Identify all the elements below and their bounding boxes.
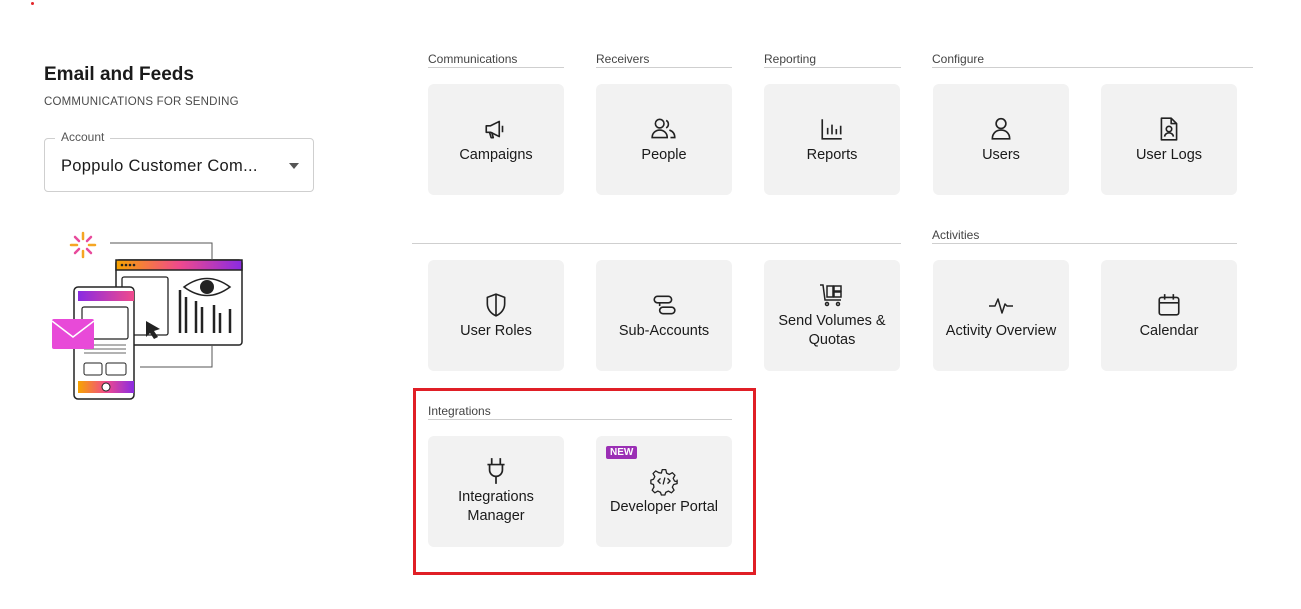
tile-label: Calendar xyxy=(1139,322,1199,339)
people-icon xyxy=(650,115,678,143)
user-log-file-icon xyxy=(1155,115,1183,143)
tile-label: People xyxy=(641,146,687,163)
account-label: Account xyxy=(55,130,111,144)
account-select[interactable]: Account Poppulo Customer Com... xyxy=(44,130,314,192)
email-feeds-illustration xyxy=(51,231,243,400)
user-icon xyxy=(987,115,1015,143)
chevron-down-icon[interactable] xyxy=(289,163,299,169)
page-title: Email and Feeds xyxy=(44,64,194,85)
integrations-highlight-box xyxy=(413,388,756,575)
tile-send-volumes[interactable]: Send Volumes & Quotas xyxy=(764,260,900,371)
red-dot-marker xyxy=(31,2,34,5)
tile-label-group: Send Volumes & Quotas xyxy=(772,312,891,350)
section-reporting: Reporting xyxy=(764,52,901,68)
shield-icon xyxy=(482,291,510,319)
tile-label: User Roles xyxy=(460,322,532,339)
tile-label: Sub-Accounts xyxy=(618,322,710,339)
tile-label: Users xyxy=(982,146,1020,163)
divider xyxy=(412,243,901,244)
tile-user-logs[interactable]: User Logs xyxy=(1101,84,1237,195)
section-receivers: Receivers xyxy=(596,52,732,68)
trolley-boxes-icon xyxy=(818,281,846,309)
tile-label: User Logs xyxy=(1135,146,1203,163)
tile-users[interactable]: Users xyxy=(933,84,1069,195)
tile-label: Activity Overview xyxy=(945,322,1057,339)
account-value: Poppulo Customer Com... xyxy=(61,157,258,175)
megaphone-icon xyxy=(482,115,510,143)
tile-activity-overview[interactable]: Activity Overview xyxy=(933,260,1069,371)
tile-label: Reports xyxy=(806,146,858,163)
tile-sub-accounts[interactable]: Sub-Accounts xyxy=(596,260,732,371)
pulse-icon xyxy=(987,291,1015,319)
tile-campaigns[interactable]: Campaigns xyxy=(428,84,564,195)
tile-label-line1: Send Volumes & xyxy=(778,313,886,329)
tile-people[interactable]: People xyxy=(596,84,732,195)
page-subtitle: COMMUNICATIONS FOR SENDING xyxy=(44,96,239,108)
tile-user-roles[interactable]: User Roles xyxy=(428,260,564,371)
section-configure: Configure xyxy=(932,52,1253,68)
tile-label-line2: Quotas xyxy=(808,332,856,348)
tile-label: Campaigns xyxy=(459,146,533,163)
section-activities: Activities xyxy=(932,228,1237,244)
tile-reports[interactable]: Reports xyxy=(764,84,900,195)
section-communications: Communications xyxy=(428,52,564,68)
sub-accounts-icon xyxy=(650,291,678,319)
tile-calendar[interactable]: Calendar xyxy=(1101,260,1237,371)
bar-chart-icon xyxy=(818,115,846,143)
calendar-icon xyxy=(1155,291,1183,319)
